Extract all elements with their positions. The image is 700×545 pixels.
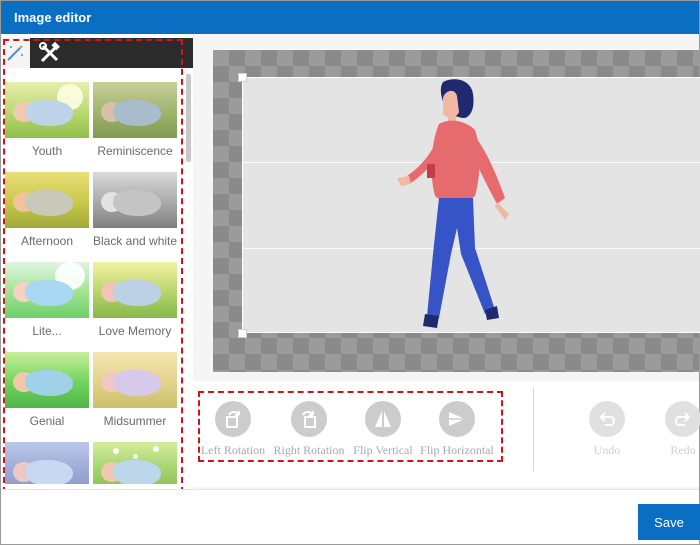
filter-thumbnail (5, 82, 89, 138)
filter-thumbnail (93, 262, 177, 318)
filter-genial[interactable]: Genial (5, 352, 91, 438)
filter-label: Lite... (32, 324, 62, 338)
save-button[interactable]: Save (638, 504, 700, 540)
crop-handle-top-left[interactable] (238, 73, 247, 82)
filter-reminiscence[interactable]: Reminiscence (93, 82, 179, 168)
filter-thumbnail (5, 172, 89, 228)
filter-label: Black and white (93, 234, 178, 248)
filter-scrollbar[interactable] (186, 74, 191, 162)
edited-image[interactable] (242, 77, 700, 333)
transparency-canvas (213, 50, 700, 372)
panel-tabs (1, 38, 193, 68)
filter-thumbnail (93, 352, 177, 408)
magic-wand-icon (7, 45, 23, 61)
flip-horizontal-circle (439, 401, 475, 437)
flip-horizontal-label: Flip Horizontal (420, 443, 494, 457)
undo-button[interactable]: Undo (569, 401, 645, 461)
flip-horizontal-button[interactable]: Flip Horizontal (419, 401, 495, 461)
filter-label: Youth (31, 144, 63, 158)
filter-thumbnail (93, 82, 177, 138)
filter-midsummer[interactable]: Midsummer (93, 352, 179, 438)
undo-label: Undo (593, 443, 621, 457)
right-rotation-circle (291, 401, 327, 437)
filter-youth[interactable]: Youth (5, 82, 91, 168)
redo-label: Redo (670, 443, 696, 457)
left-rotation-circle (215, 401, 251, 437)
crop-handle-bottom-left[interactable] (238, 329, 247, 338)
filter-thumbnail (5, 442, 89, 484)
filter-thumbnail (93, 442, 177, 484)
filter-item[interactable] (5, 442, 91, 484)
flip-vertical-label: Flip Vertical (353, 443, 413, 457)
filter-black-and-white[interactable]: Black and white (93, 172, 179, 258)
filter-afternoon[interactable]: Afternoon (5, 172, 91, 258)
filter-love-memory[interactable]: Love Memory (93, 262, 179, 348)
filter-thumbnail (5, 352, 89, 408)
rotate-left-icon (226, 411, 240, 428)
filter-item[interactable] (93, 442, 179, 484)
flip-vertical-icon (375, 411, 391, 427)
edit-toolbar: Left Rotation Right Rotation Flip Vertic… (193, 381, 700, 487)
filter-label: Afternoon (20, 234, 74, 248)
redo-circle (665, 401, 700, 437)
walking-woman-illustration (397, 79, 509, 328)
filter-label: Love Memory (98, 324, 172, 338)
filter-thumbnail (93, 172, 177, 228)
image-editor-window: Image editor Youth Reminiscence Afternoo… (0, 0, 700, 545)
tab-tools[interactable] (30, 38, 193, 68)
filter-grid: Youth Reminiscence Afternoon Black and w… (1, 80, 183, 484)
flip-vertical-circle (365, 401, 401, 437)
tools-icon (39, 42, 60, 63)
toolbar-divider (533, 387, 534, 471)
dialog-footer (1, 489, 699, 544)
right-rotation-button[interactable]: Right Rotation (271, 401, 347, 461)
flip-horizontal-icon (449, 412, 465, 426)
left-rotation-label: Left Rotation (200, 443, 266, 457)
filter-lite[interactable]: Lite... (5, 262, 91, 348)
filter-label: Genial (29, 414, 65, 428)
filter-label: Midsummer (103, 414, 167, 428)
rotate-right-icon (302, 411, 316, 428)
window-title: Image editor (1, 1, 699, 34)
undo-icon (599, 412, 615, 426)
filter-thumbnail (5, 262, 89, 318)
right-rotation-label: Right Rotation (273, 443, 345, 457)
tab-effects[interactable] (1, 38, 30, 68)
flip-vertical-button[interactable]: Flip Vertical (345, 401, 421, 461)
filter-panel: Youth Reminiscence Afternoon Black and w… (1, 34, 193, 489)
left-rotation-button[interactable]: Left Rotation (195, 401, 271, 461)
redo-icon (675, 412, 691, 426)
undo-circle (589, 401, 625, 437)
redo-button[interactable]: Redo (645, 401, 700, 461)
filter-label: Reminiscence (97, 144, 173, 158)
